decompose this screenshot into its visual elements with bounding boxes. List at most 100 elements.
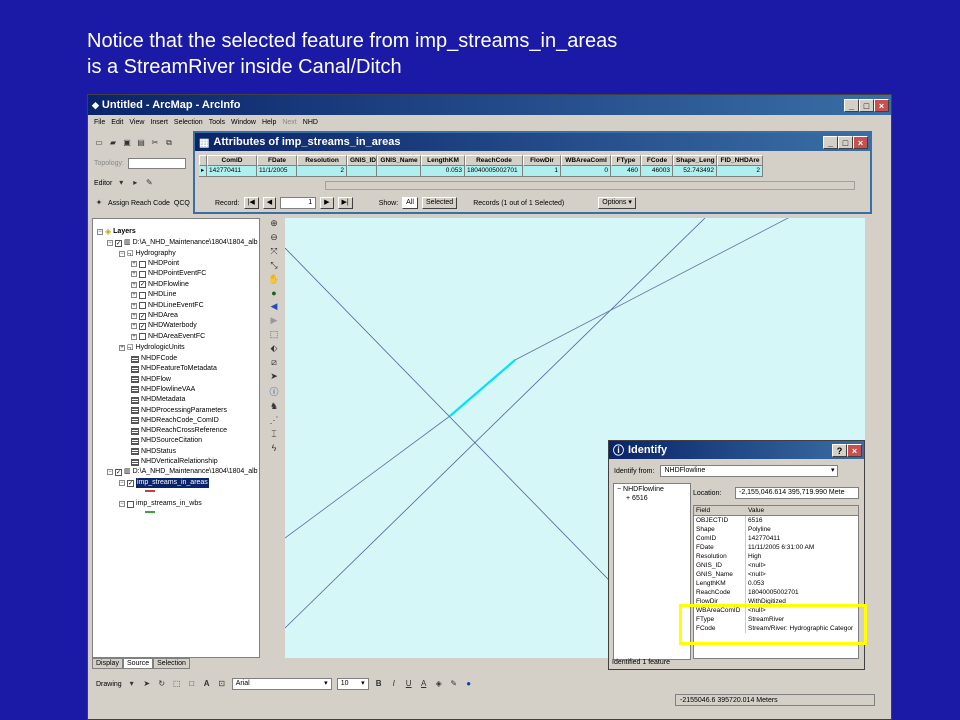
topology-select[interactable]: [127, 157, 186, 169]
expand-icon[interactable]: +: [131, 271, 137, 278]
editor-menu[interactable]: Editor: [94, 180, 112, 187]
print-icon[interactable]: ▤: [136, 138, 146, 148]
toc-hydro-layer[interactable]: + ✓ NHDWaterbody: [131, 321, 197, 331]
checkbox[interactable]: [139, 260, 146, 268]
identify-row[interactable]: FDate 11/11/2005 6:31:00 AM: [694, 543, 858, 552]
checkbox[interactable]: [127, 500, 134, 508]
help-button[interactable]: ?: [832, 443, 847, 457]
show-all-button[interactable]: All: [402, 197, 418, 209]
expand-icon[interactable]: +: [131, 313, 137, 319]
last-record-button[interactable]: ▶|: [337, 197, 353, 209]
back-icon[interactable]: ◀: [271, 301, 278, 312]
zoom-to-icon[interactable]: ⬚: [172, 679, 182, 689]
menu-view[interactable]: View: [129, 119, 144, 126]
full-extent-icon[interactable]: ●: [271, 288, 276, 298]
column-header[interactable]: FCode: [641, 155, 673, 166]
underline-icon[interactable]: U: [404, 679, 414, 689]
horizontal-scrollbar[interactable]: [325, 181, 855, 190]
tree-feature[interactable]: + 6516: [614, 495, 690, 502]
expand-icon[interactable]: +: [131, 281, 137, 288]
tab-selection[interactable]: Selection: [153, 658, 190, 669]
dropdown-arrow-icon[interactable]: ▾: [324, 679, 328, 689]
checkbox[interactable]: ✓: [115, 239, 122, 247]
toc-table[interactable]: NHDStatus: [131, 447, 176, 457]
save-icon[interactable]: ▣: [122, 138, 132, 148]
row-selector[interactable]: [199, 155, 207, 166]
expand-icon[interactable]: +: [131, 302, 137, 309]
toc-group-1[interactable]: − ✓ ▥ D:\A_NHD_Maintenance\1804\1804_alb: [107, 238, 258, 248]
show-selected-button[interactable]: Selected: [421, 197, 458, 209]
identify-row[interactable]: LengthKM 0.053: [694, 579, 858, 588]
menu-help[interactable]: Help: [262, 119, 276, 126]
column-header[interactable]: WBAreaComI: [561, 155, 611, 166]
menu-edit[interactable]: Edit: [111, 119, 123, 126]
dropdown-arrow-icon[interactable]: ▾: [116, 178, 126, 188]
collapse-icon[interactable]: −: [119, 501, 125, 507]
rotate-icon[interactable]: ↻: [157, 679, 167, 689]
column-header[interactable]: Resolution: [297, 155, 347, 166]
toc-table[interactable]: NHDFlowlineVAA: [131, 385, 195, 395]
marker-color-icon[interactable]: ●: [464, 679, 474, 689]
table-cell[interactable]: 2: [717, 166, 763, 177]
column-header[interactable]: FDate: [257, 155, 297, 166]
fill-color-icon[interactable]: ◈: [434, 679, 444, 689]
toc-table[interactable]: NHDFeatureToMetadata: [131, 364, 217, 374]
dropdown-arrow-icon[interactable]: ▾: [831, 466, 835, 476]
toc-hydro-layer[interactable]: + NHDLine: [131, 290, 176, 300]
toc-group-2[interactable]: − ✓ ▥ D:\A_NHD_Maintenance\1804\1804_alb: [107, 467, 258, 477]
toc-table[interactable]: NHDReachCode_ComID: [131, 416, 219, 426]
identify-row[interactable]: GNIS_Name <null>: [694, 570, 858, 579]
minimize-button[interactable]: _: [844, 98, 859, 112]
options-button[interactable]: Options ▾: [598, 197, 636, 209]
edit-tool-icon[interactable]: ▸: [130, 178, 140, 188]
hyperlink-icon[interactable]: ϟ: [272, 443, 277, 453]
checkbox[interactable]: [139, 302, 146, 310]
toc-hydro-layer[interactable]: + NHDPointEventFC: [131, 269, 206, 279]
checkbox[interactable]: ✓: [139, 281, 146, 289]
identify-from-select[interactable]: NHDFlowline ▾: [660, 465, 839, 477]
text-icon[interactable]: A: [202, 679, 212, 689]
toc-hydrography[interactable]: − ◱ Hydrography: [119, 249, 176, 259]
column-header[interactable]: LengthKM: [421, 155, 465, 166]
prev-record-button[interactable]: ◀: [262, 197, 277, 209]
first-record-button[interactable]: |◀: [243, 197, 259, 209]
checkbox[interactable]: ✓: [139, 312, 146, 320]
pointer-icon[interactable]: ➤: [270, 371, 278, 382]
copy-icon[interactable]: ⧉: [164, 138, 174, 148]
column-header[interactable]: FType: [611, 155, 641, 166]
collapse-icon[interactable]: −: [97, 229, 103, 235]
table-cell[interactable]: 0.053: [421, 166, 465, 177]
expand-icon[interactable]: +: [131, 333, 137, 340]
fixed-zoom-out-icon[interactable]: ⤡: [270, 260, 277, 271]
toc-hydro-layer[interactable]: + NHDLineEventFC: [131, 301, 204, 311]
expand-icon[interactable]: +: [131, 292, 137, 299]
table-cell[interactable]: 52.743492: [673, 166, 717, 177]
toc-table[interactable]: NHDSourceCitation: [131, 436, 202, 446]
close-button[interactable]: ×: [847, 443, 862, 457]
table-cell[interactable]: 18040005002701: [465, 166, 523, 177]
table-cell[interactable]: [377, 166, 421, 177]
table-cell[interactable]: 142770411: [207, 166, 257, 177]
identify-row[interactable]: ReachCode 18040005002701: [694, 588, 858, 597]
edit-vertices-icon[interactable]: ⊡: [217, 679, 227, 689]
menu-insert[interactable]: Insert: [150, 119, 168, 126]
toc-table[interactable]: NHDMetadata: [131, 395, 185, 405]
tab-display[interactable]: Display: [92, 658, 123, 669]
toc-root[interactable]: − ◈ Layers: [97, 227, 136, 237]
identify-row[interactable]: Resolution High: [694, 552, 858, 561]
drawing-menu[interactable]: Drawing: [96, 681, 122, 688]
table-cell[interactable]: 0: [561, 166, 611, 177]
dropdown-arrow-icon[interactable]: ▾: [361, 679, 365, 689]
pan-icon[interactable]: ✋: [268, 274, 279, 285]
dropdown-arrow-icon[interactable]: ▾: [127, 679, 137, 689]
font-select[interactable]: Arial ▾: [231, 678, 332, 690]
maximize-button[interactable]: □: [838, 135, 853, 149]
toc-table[interactable]: NHDVerticalRelationship: [131, 457, 218, 467]
toc-table[interactable]: NHDFCode: [131, 354, 177, 364]
checkbox[interactable]: ✓: [127, 479, 134, 487]
new-icon[interactable]: ▭: [94, 138, 104, 148]
italic-icon[interactable]: I: [389, 679, 399, 689]
minimize-button[interactable]: _: [823, 135, 838, 149]
toc-hydro-layer[interactable]: + NHDAreaEventFC: [131, 332, 205, 342]
collapse-icon[interactable]: −: [119, 480, 125, 486]
